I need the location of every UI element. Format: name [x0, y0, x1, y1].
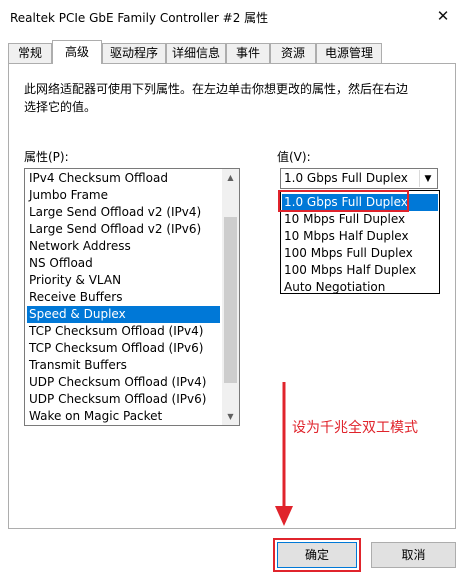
list-item[interactable]: NS Offload — [27, 255, 220, 272]
scroll-down-icon[interactable]: ▼ — [222, 408, 239, 425]
panel-description: 此网络适配器可使用下列属性。在左边单击你想更改的属性，然后在右边选择它的值。 — [24, 82, 409, 114]
value-option[interactable]: 10 Mbps Half Duplex — [282, 228, 438, 245]
chevron-down-icon[interactable]: ▼ — [419, 170, 436, 187]
annotation-highlight-box — [278, 190, 409, 212]
title-bar: Realtek PCIe GbE Family Controller #2 属性… — [0, 0, 464, 34]
tab-details[interactable]: 详细信息 — [166, 43, 226, 63]
property-label: 属性(P): — [24, 150, 69, 164]
value-option[interactable]: 10 Mbps Full Duplex — [282, 211, 438, 228]
property-listbox[interactable]: IPv4 Checksum Offload Jumbo Frame Large … — [24, 168, 240, 426]
list-item[interactable]: Receive Buffers — [27, 289, 220, 306]
list-item[interactable]: TCP Checksum Offload (IPv4) — [27, 323, 220, 340]
tab-advanced[interactable]: 高级 — [52, 40, 102, 64]
list-item[interactable]: UDP Checksum Offload (IPv6) — [27, 391, 220, 408]
tab-resources[interactable]: 资源 — [270, 43, 316, 63]
ok-button-highlight-box — [273, 538, 361, 572]
list-item[interactable]: Priority & VLAN — [27, 272, 220, 289]
list-item[interactable]: Network Address — [27, 238, 220, 255]
list-item[interactable]: UDP Checksum Offload (IPv4) — [27, 374, 220, 391]
list-item[interactable]: Jumbo Frame — [27, 187, 220, 204]
value-combobox[interactable]: 1.0 Gbps Full Duplex ▼ — [280, 168, 438, 189]
tab-events[interactable]: 事件 — [226, 43, 270, 63]
tab-power-management[interactable]: 电源管理 — [316, 43, 382, 63]
value-option[interactable]: 100 Mbps Full Duplex — [282, 245, 438, 262]
scroll-thumb[interactable] — [224, 217, 237, 383]
list-item[interactable]: Large Send Offload v2 (IPv6) — [27, 221, 220, 238]
property-scrollbar[interactable]: ▲ ▼ — [222, 169, 239, 425]
value-combobox-current: 1.0 Gbps Full Duplex — [284, 171, 408, 185]
list-item[interactable]: Wake on Magic Packet — [27, 408, 220, 425]
value-label: 值(V): — [277, 150, 311, 164]
list-item[interactable]: Large Send Offload v2 (IPv4) — [27, 204, 220, 221]
value-option[interactable]: Auto Negotiation — [282, 279, 438, 296]
annotation-text: 设为千兆全双工模式 — [292, 420, 418, 436]
list-item-selected[interactable]: Speed & Duplex — [27, 306, 220, 323]
tab-driver[interactable]: 驱动程序 — [102, 43, 166, 63]
list-item[interactable]: Transmit Buffers — [27, 357, 220, 374]
value-option[interactable]: 100 Mbps Half Duplex — [282, 262, 438, 279]
close-icon[interactable]: ✕ — [428, 2, 458, 30]
annotation-arrow-icon — [275, 382, 293, 526]
list-item[interactable]: IPv4 Checksum Offload — [27, 170, 220, 187]
tab-general[interactable]: 常规 — [8, 43, 52, 63]
scroll-up-icon[interactable]: ▲ — [222, 169, 239, 186]
cancel-button[interactable]: 取消 — [371, 542, 456, 568]
window-title: Realtek PCIe GbE Family Controller #2 属性 — [10, 11, 269, 25]
list-item[interactable]: TCP Checksum Offload (IPv6) — [27, 340, 220, 357]
